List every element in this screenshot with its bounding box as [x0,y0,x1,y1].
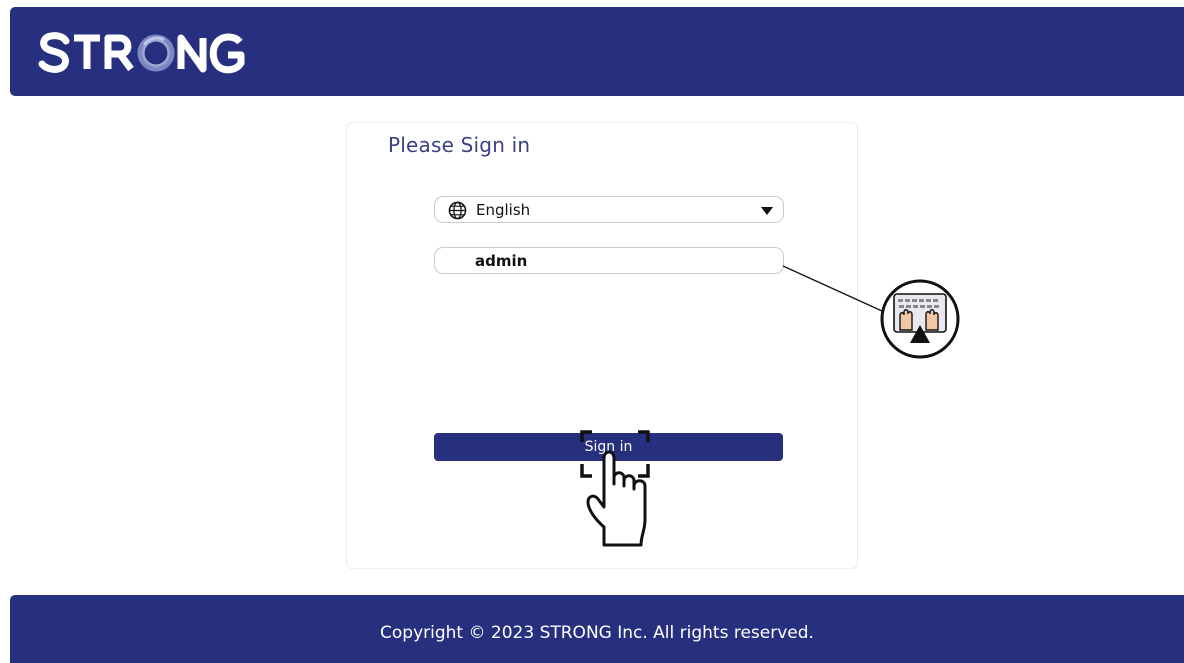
keyboard-typing-hands-icon [880,279,960,359]
copyright-text: Copyright © 2023 STRONG Inc. All rights … [380,623,814,643]
signin-button[interactable]: Sign in [434,433,783,461]
login-card: Please Sign in English Sign in [346,122,858,569]
username-field[interactable] [434,247,784,274]
language-select[interactable]: English [434,196,784,223]
caret-down-icon [761,207,773,215]
login-title: Please Sign in [388,133,531,157]
header-bar [10,7,1184,96]
language-select-value: English [476,201,531,219]
page: Please Sign in English Sign in [0,0,1184,663]
footer-bar: Copyright © 2023 STRONG Inc. All rights … [10,595,1184,663]
strong-logo [38,32,245,74]
globe-icon [448,201,467,220]
